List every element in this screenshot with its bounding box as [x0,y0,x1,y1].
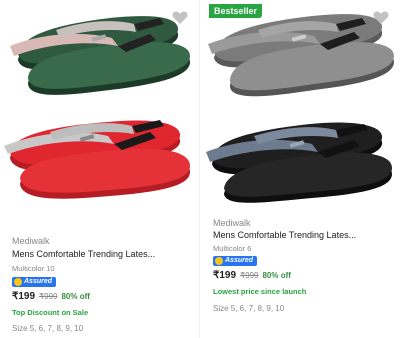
assured-badge: Assured [213,255,258,266]
discount: 80% off [61,292,90,301]
price: ₹199 [12,291,36,302]
product-title[interactable]: Mens Comfortable Trending Lates... [12,249,155,259]
product-variant: Multicolor 10 [12,264,55,273]
product-image-4[interactable] [200,110,400,210]
price-row: ₹199 ₹999 80% off [213,270,291,281]
flip-flop-image-1 [10,16,190,95]
product-card-2[interactable]: Bestseller [200,0,400,110]
assured-icon [215,256,223,265]
mrp: ₹999 [240,271,259,280]
product-card-3[interactable]: Mediwalk Mens Comfortable Trending Lates… [0,110,199,338]
product-brand: Mediwalk [12,236,50,246]
product-image-3[interactable] [0,110,199,230]
product-variant: Multicolor 6 [213,244,252,253]
size-options: Size 5, 6, 7, 8, 9, 10 [12,324,84,333]
product-card-1[interactable] [0,0,199,110]
product-card-4[interactable]: Mediwalk Mens Comfortable Trending Lates… [200,110,400,338]
product-grid: Bestseller Mediwalk Mens Comfortable Tre… [0,0,400,338]
price: ₹199 [213,270,237,281]
price-row: ₹199 ₹999 80% off [12,291,90,302]
product-image-1[interactable] [0,0,199,110]
size-options: Size 5, 6, 7, 8, 9, 10 [213,304,285,313]
assured-badge: Assured [12,276,57,287]
product-title[interactable]: Mens Comfortable Trending Lates... [213,230,356,240]
heart-icon[interactable] [373,10,389,25]
assured-icon [14,277,22,286]
mrp: ₹999 [39,292,58,301]
flip-flop-image-4 [206,122,392,203]
discount: 80% off [262,271,291,280]
product-brand: Mediwalk [213,218,251,228]
promo-text: Top Discount on Sale [12,308,89,317]
promo-text: Lowest price since launch [213,287,307,296]
heart-icon[interactable] [172,10,188,25]
bestseller-badge: Bestseller [209,4,263,18]
flip-flop-image-3 [4,120,190,199]
